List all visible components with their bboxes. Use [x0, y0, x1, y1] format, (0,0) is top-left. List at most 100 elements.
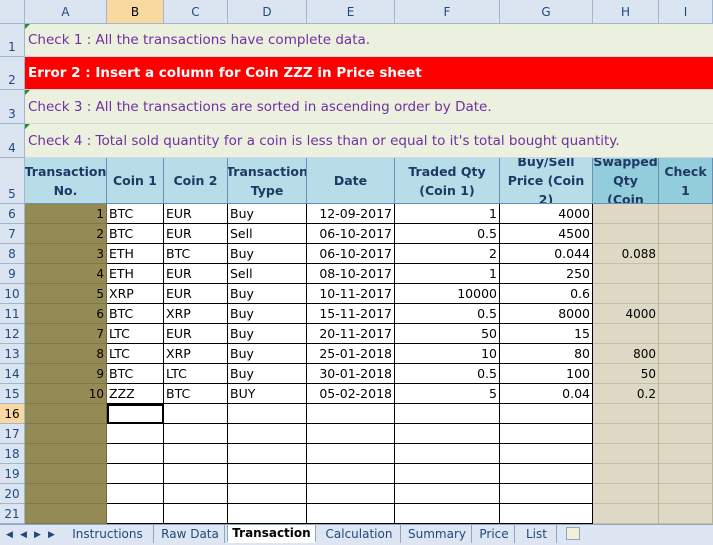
traded-qty-cell[interactable]: 50 [395, 324, 500, 344]
transaction-type-cell[interactable]: Buy [228, 304, 307, 324]
price-cell[interactable]: 15 [500, 324, 593, 344]
empty-cell[interactable] [307, 424, 395, 444]
row-header-2[interactable]: 2 [0, 57, 25, 90]
price-cell[interactable]: 8000 [500, 304, 593, 324]
prev-sheet-icon[interactable]: ◀ [18, 528, 29, 541]
swapped-qty-cell[interactable] [593, 484, 659, 504]
row-header-4[interactable]: 4 [0, 124, 25, 158]
check-1-cell[interactable] [659, 244, 713, 264]
check-1-cell[interactable] [659, 484, 713, 504]
check-1-cell[interactable] [659, 384, 713, 404]
coin-1-cell[interactable]: BTC [107, 304, 164, 324]
empty-cell[interactable] [500, 464, 593, 484]
swapped-qty-cell[interactable] [593, 264, 659, 284]
row-header-21[interactable]: 21 [0, 504, 25, 524]
date-cell[interactable]: 20-11-2017 [307, 324, 395, 344]
price-cell[interactable]: 0.6 [500, 284, 593, 304]
empty-cell[interactable] [164, 504, 228, 524]
empty-cell[interactable] [307, 404, 395, 424]
empty-cell[interactable] [228, 404, 307, 424]
transaction-no-cell[interactable]: 1 [25, 204, 107, 224]
empty-cell[interactable] [107, 424, 164, 444]
column-header-a[interactable]: A [25, 0, 107, 24]
check-1-cell[interactable] [659, 284, 713, 304]
empty-cell[interactable] [107, 444, 164, 464]
transaction-type-cell[interactable]: Buy [228, 324, 307, 344]
column-header-g[interactable]: G [500, 0, 593, 24]
empty-cell[interactable] [395, 484, 500, 504]
last-sheet-icon[interactable]: ▶ [46, 528, 57, 541]
empty-cell[interactable] [228, 464, 307, 484]
date-cell[interactable]: 25-01-2018 [307, 344, 395, 364]
column-header-b[interactable]: B [107, 0, 164, 24]
swapped-qty-cell[interactable]: 50 [593, 364, 659, 384]
date-cell[interactable]: 12-09-2017 [307, 204, 395, 224]
empty-cell[interactable] [395, 464, 500, 484]
transaction-no-cell[interactable]: 8 [25, 344, 107, 364]
transaction-type-cell[interactable]: Buy [228, 344, 307, 364]
traded-qty-cell[interactable]: 10 [395, 344, 500, 364]
traded-qty-cell[interactable]: 10000 [395, 284, 500, 304]
transaction-no-cell[interactable]: 3 [25, 244, 107, 264]
traded-qty-cell[interactable]: 0.5 [395, 304, 500, 324]
empty-cell[interactable] [500, 424, 593, 444]
date-cell[interactable]: 05-02-2018 [307, 384, 395, 404]
date-cell[interactable]: 15-11-2017 [307, 304, 395, 324]
coin-2-cell[interactable]: XRP [164, 344, 228, 364]
transaction-no-cell[interactable] [25, 484, 107, 504]
empty-cell[interactable] [228, 504, 307, 524]
empty-cell[interactable] [107, 484, 164, 504]
check-1-cell[interactable] [659, 464, 713, 484]
transaction-no-cell[interactable]: 7 [25, 324, 107, 344]
check-1-cell[interactable] [659, 264, 713, 284]
transaction-type-cell[interactable]: BUY [228, 384, 307, 404]
check-1-cell[interactable] [659, 204, 713, 224]
empty-cell[interactable] [164, 484, 228, 504]
coin-2-cell[interactable]: BTC [164, 244, 228, 264]
coin-1-cell[interactable]: ETH [107, 264, 164, 284]
transaction-type-cell[interactable]: Buy [228, 244, 307, 264]
empty-cell[interactable] [395, 424, 500, 444]
coin-2-cell[interactable]: EUR [164, 284, 228, 304]
row-header-3[interactable]: 3 [0, 90, 25, 124]
transaction-no-cell[interactable]: 6 [25, 304, 107, 324]
coin-2-cell[interactable]: BTC [164, 384, 228, 404]
empty-cell[interactable] [500, 504, 593, 524]
check-1-cell[interactable] [659, 504, 713, 524]
coin-2-cell[interactable]: XRP [164, 304, 228, 324]
column-header-c[interactable]: C [164, 0, 228, 24]
price-cell[interactable]: 100 [500, 364, 593, 384]
row-header-20[interactable]: 20 [0, 484, 25, 504]
row-header-15[interactable]: 15 [0, 384, 25, 404]
swapped-qty-cell[interactable] [593, 284, 659, 304]
sheet-tab-price[interactable]: Price [474, 525, 515, 543]
traded-qty-cell[interactable]: 1 [395, 264, 500, 284]
sheet-tab-summary[interactable]: Summary [403, 525, 472, 543]
sheet-tab-raw-data[interactable]: Raw Data [156, 525, 225, 543]
row-header-17[interactable]: 17 [0, 424, 25, 444]
swapped-qty-cell[interactable] [593, 404, 659, 424]
row-header-12[interactable]: 12 [0, 324, 25, 344]
swapped-qty-cell[interactable] [593, 464, 659, 484]
row-header-18[interactable]: 18 [0, 444, 25, 464]
price-cell[interactable]: 250 [500, 264, 593, 284]
swapped-qty-cell[interactable]: 0.2 [593, 384, 659, 404]
row-header-5[interactable]: 5 [0, 158, 25, 204]
column-header-i[interactable]: I [659, 0, 713, 24]
price-cell[interactable]: 4500 [500, 224, 593, 244]
date-cell[interactable]: 10-11-2017 [307, 284, 395, 304]
traded-qty-cell[interactable]: 0.5 [395, 224, 500, 244]
empty-cell[interactable] [307, 464, 395, 484]
first-sheet-icon[interactable]: ◀ [4, 528, 15, 541]
empty-cell[interactable] [500, 404, 593, 424]
transaction-type-cell[interactable]: Buy [228, 204, 307, 224]
row-header-19[interactable]: 19 [0, 464, 25, 484]
transaction-type-cell[interactable]: Sell [228, 224, 307, 244]
column-header-f[interactable]: F [395, 0, 500, 24]
empty-cell[interactable] [164, 464, 228, 484]
empty-cell[interactable] [395, 404, 500, 424]
select-all-corner[interactable] [0, 0, 25, 24]
traded-qty-cell[interactable]: 0.5 [395, 364, 500, 384]
transaction-no-cell[interactable]: 4 [25, 264, 107, 284]
date-cell[interactable]: 08-10-2017 [307, 264, 395, 284]
